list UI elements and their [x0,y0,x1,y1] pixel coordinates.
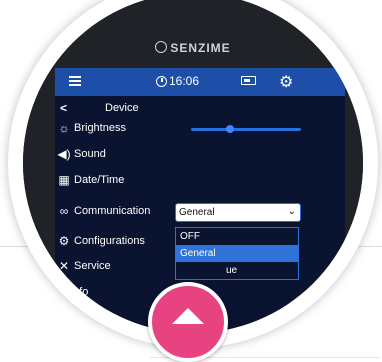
battery-icon [241,76,256,85]
menu-item-label: Communication [74,205,151,217]
up-arrow-icon [172,308,204,324]
chevron-down-icon: ⌄ [287,206,296,217]
speaker-icon: ◀) [57,147,71,161]
dropdown-option-off[interactable]: OFF [176,228,298,245]
gear-icon[interactable]: ⚙ [279,72,293,92]
clock-time: 16:06 [169,74,200,88]
brand-name: SENZIME [170,41,231,55]
configurations-icon: ⚙ [58,234,70,248]
dropdown-option-partial[interactable]: ue [176,262,298,279]
back-icon[interactable]: < [60,101,67,115]
communication-select-value: General [179,207,215,218]
link-icon: ∞ [59,204,69,218]
communication-dropdown: OFF General ue [175,227,299,280]
menu-item-date-time[interactable]: ▦ Date/Time [55,171,345,193]
dropdown-option-general[interactable]: General [176,245,298,262]
status-bar: 16:06 ⚙ [55,68,345,96]
sun-icon: ☼ [58,121,70,135]
menu-item-label: Sound [74,148,106,160]
tools-icon: ✕ [58,259,70,273]
menu-item-label: Configurations [74,235,145,247]
brightness-slider-thumb[interactable] [225,125,234,133]
brand-logo: SENZIME [23,41,363,55]
menu-item-brightness[interactable]: ☼ Brightness [55,119,345,141]
communication-select[interactable]: General ⌄ [175,203,301,222]
menu-item-label: Brightness [74,122,126,134]
menu-item-label: Date/Time [74,174,125,186]
clock: 16:06 [156,74,199,88]
page-title: Device [105,102,139,114]
menu-icon[interactable] [69,76,81,87]
menu-item-label: Service [74,260,111,272]
brightness-slider[interactable] [191,125,301,133]
menu-item-sound[interactable]: ◀) Sound [55,145,345,167]
menu-item-communication[interactable]: ∞ Communication General ⌄ [55,202,345,224]
brand-mark-icon [155,41,168,53]
menu-item-label: Info [70,286,89,298]
calendar-icon: ▦ [58,173,70,187]
clock-icon [156,76,167,87]
scroll-up-button[interactable] [148,282,228,362]
